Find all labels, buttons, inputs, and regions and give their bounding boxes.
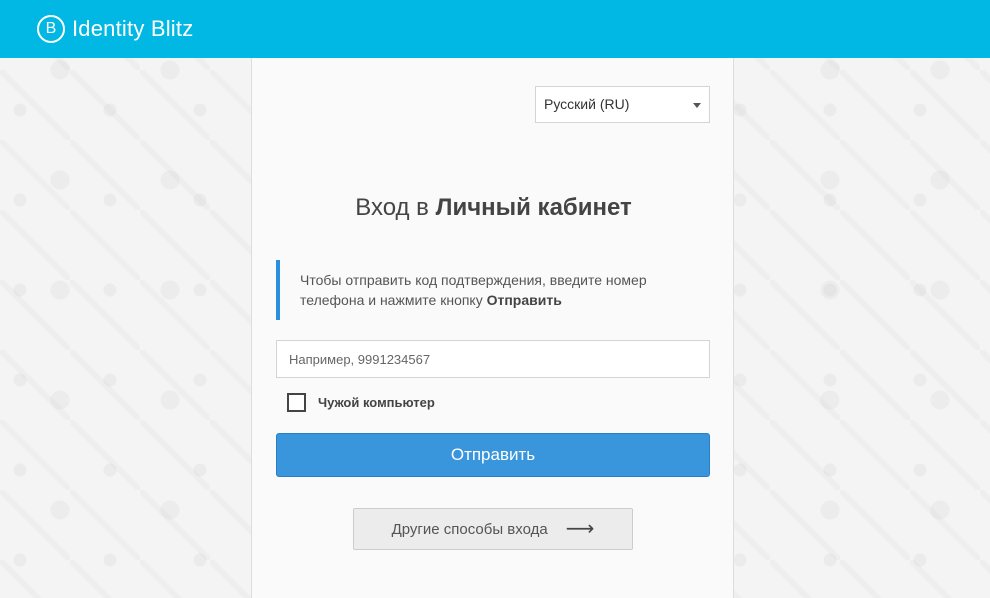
caret-down-icon — [693, 103, 701, 108]
language-selected: Русский (RU) — [544, 96, 630, 112]
other-login-label: Другие способы входа — [391, 520, 548, 538]
brand-logo-icon: B — [37, 15, 65, 43]
brand[interactable]: B Identity Blitz — [37, 12, 193, 46]
title-bold: Личный кабинет — [435, 194, 632, 221]
other-login-methods-button[interactable]: Другие способы входа ⟶ — [353, 508, 633, 550]
info-notice: Чтобы отправить код подтверждения, введи… — [276, 260, 686, 320]
checkbox-label: Чужой компьютер — [318, 395, 435, 410]
top-bar: B Identity Blitz — [0, 0, 990, 58]
brand-logo-letter: B — [45, 20, 57, 37]
title-prefix: Вход в — [355, 194, 436, 221]
notice-bold: Отправить — [486, 292, 562, 308]
submit-button[interactable]: Отправить — [276, 433, 710, 477]
notice-line2: телефона и нажмите кнопку — [300, 292, 487, 308]
notice-line1: Чтобы отправить код подтверждения, введи… — [300, 272, 647, 288]
login-panel: Русский (RU) Вход в Личный кабинет Чтобы… — [251, 58, 734, 598]
foreign-computer-checkbox[interactable] — [287, 393, 306, 412]
page-title: Вход в Личный кабинет — [252, 194, 735, 222]
arrow-right-icon: ⟶ — [565, 518, 595, 540]
brand-name: Identity Blitz — [72, 16, 194, 41]
phone-input[interactable] — [276, 340, 710, 378]
language-select[interactable]: Русский (RU) — [535, 86, 710, 123]
foreign-computer-checkbox-row[interactable]: Чужой компьютер — [287, 393, 435, 412]
